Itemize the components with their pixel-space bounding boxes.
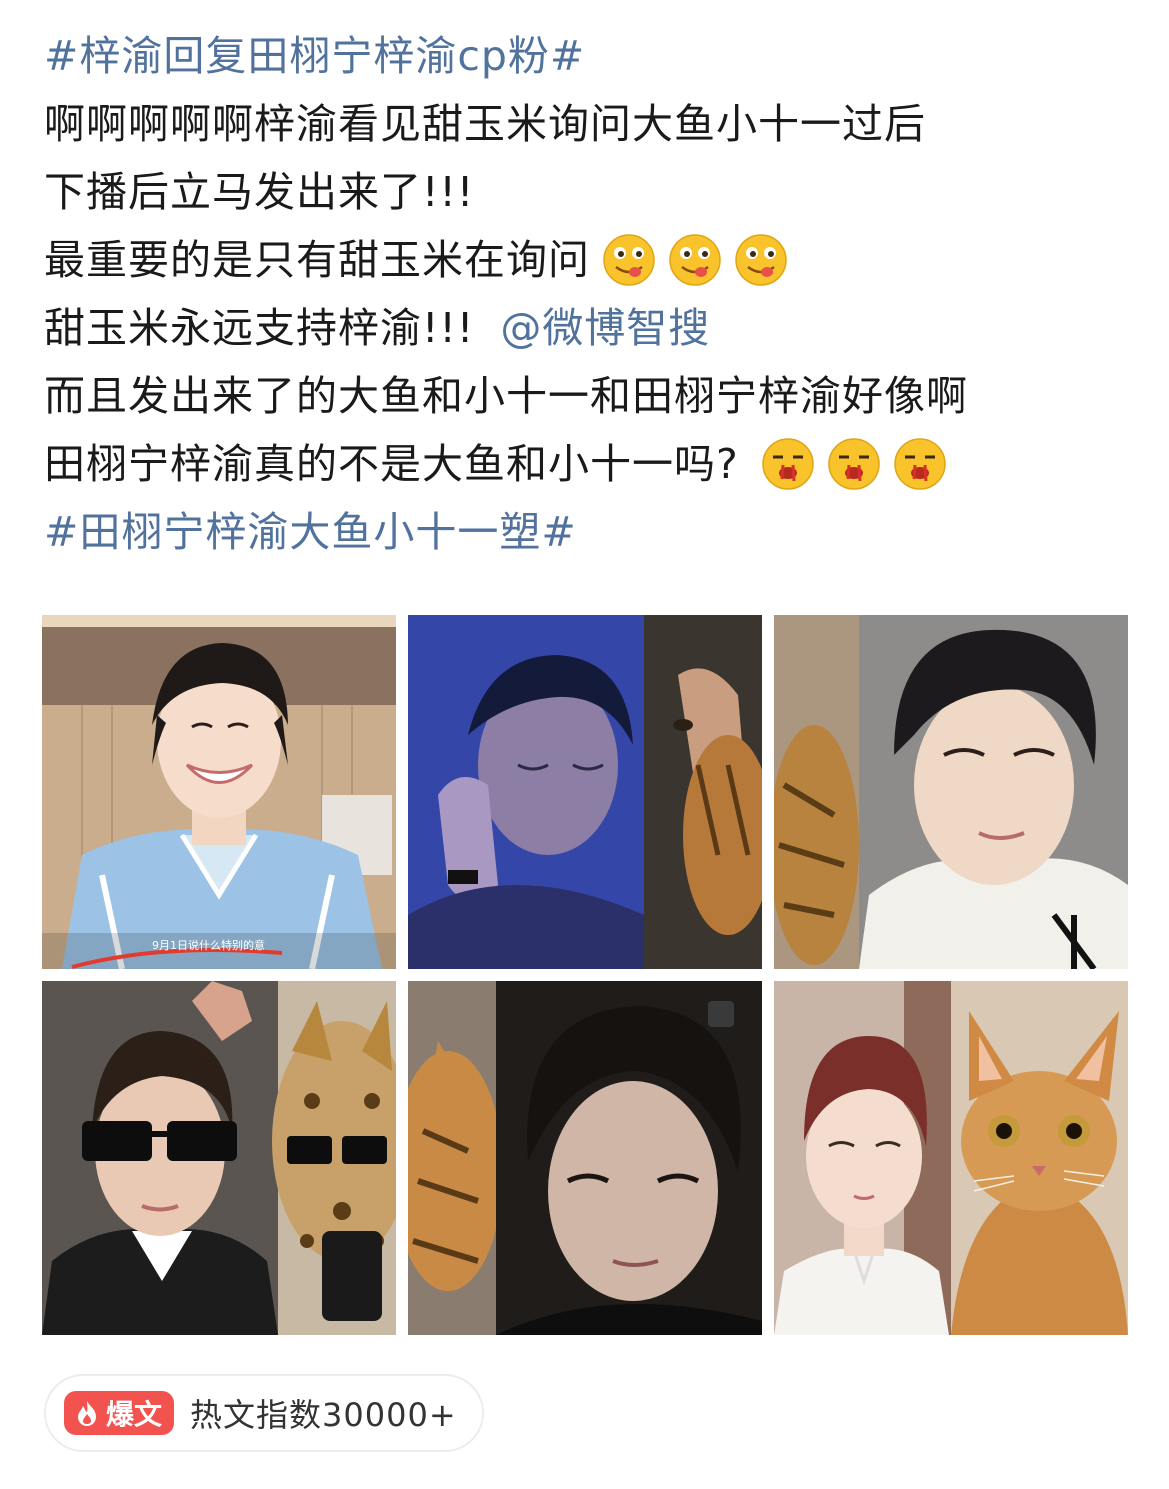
post-line: 甜玉米永远支持梓渝!!! @微博智搜	[44, 294, 1134, 362]
post-line: #梓渝回复田栩宁梓渝cp粉#	[44, 22, 1134, 90]
hot-tag-label: 爆文	[106, 1398, 163, 1431]
post-line: #田栩宁梓渝大鱼小十一塑#	[44, 498, 1134, 566]
post-body-text: 最重要的是只有甜玉米在询问	[44, 236, 590, 284]
flame-icon	[78, 1401, 96, 1426]
cat-and-man-closeup-photo[interactable]	[408, 981, 762, 1335]
hot-index-text: 热文指数30000+	[190, 1396, 457, 1434]
mention-link[interactable]: @微博智搜	[500, 294, 710, 362]
hot-tag: 爆文	[64, 1391, 175, 1435]
hashtag-link[interactable]: #田栩宁梓渝大鱼小十一塑#	[44, 498, 577, 566]
post-line: 啊啊啊啊啊梓渝看见甜玉米询问大鱼小十一过后	[44, 90, 1134, 158]
boy-in-sunglasses-and-cat-photo[interactable]	[42, 981, 396, 1335]
post-body-text: 甜玉米永远支持梓渝!!!	[44, 304, 475, 352]
video-caption: 9月1日说什么特别的意	[152, 938, 265, 952]
post-body-text: 田栩宁梓渝真的不是大鱼和小十一吗?	[44, 440, 739, 488]
post-line: 而且发出来了的大鱼和小十一和田栩宁梓渝好像啊	[44, 362, 1134, 430]
post-line: 田栩宁梓渝真的不是大鱼和小十一吗?	[44, 430, 1134, 498]
post-text: #梓渝回复田栩宁梓渝cp粉# 啊啊啊啊啊梓渝看见甜玉米询问大鱼小十一过后 下播后…	[44, 22, 1134, 566]
photo-grid: 9月1日说什么特别的意	[42, 615, 1128, 1335]
nosebleed-face-emoji-icon	[827, 437, 881, 491]
post-body-text: 下播后立马发出来了!!!	[44, 168, 475, 216]
man-in-white-shirt-photo[interactable]	[774, 615, 1128, 969]
nosebleed-face-emoji-icon	[893, 437, 947, 491]
hot-post-badge[interactable]: 爆文 热文指数30000+	[44, 1374, 484, 1452]
sleeping-boy-and-cat-photo[interactable]	[408, 615, 762, 969]
red-haired-boy-and-kitten-photo[interactable]	[774, 981, 1128, 1335]
drooling-face-emoji-icon	[734, 233, 788, 287]
post-line: 下播后立马发出来了!!!	[44, 158, 1134, 226]
hashtag-link[interactable]: #梓渝回复田栩宁梓渝cp粉#	[44, 22, 585, 90]
drooling-face-emoji-icon	[668, 233, 722, 287]
nosebleed-face-emoji-icon	[761, 437, 815, 491]
drooling-face-emoji-icon	[602, 233, 656, 287]
smiling-boy-in-blue-shirt-photo[interactable]: 9月1日说什么特别的意	[42, 615, 396, 969]
post-body-text: 而且发出来了的大鱼和小十一和田栩宁梓渝好像啊	[44, 372, 968, 420]
post-body-text: 啊啊啊啊啊梓渝看见甜玉米询问大鱼小十一过后	[44, 100, 926, 148]
post-line: 最重要的是只有甜玉米在询问	[44, 226, 1134, 294]
